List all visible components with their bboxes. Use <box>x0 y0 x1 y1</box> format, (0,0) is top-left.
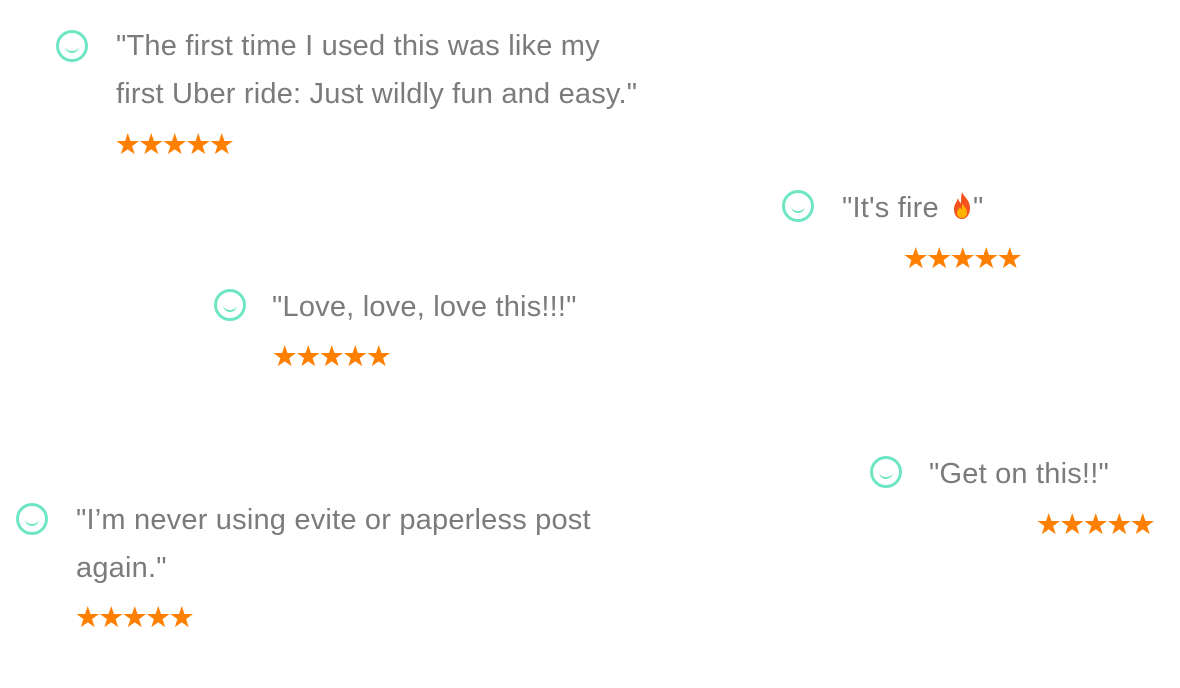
smiley-avatar-icon <box>782 190 814 222</box>
review-quote: "Get on this!!" <box>929 450 1109 498</box>
star-icon <box>116 133 140 155</box>
star-icon <box>343 345 367 367</box>
star-icon <box>1084 513 1108 535</box>
review-quote-line: "The first time I used this was like my <box>116 30 600 62</box>
review-quote-line: again." <box>76 552 167 584</box>
smiley-avatar-icon <box>16 503 48 535</box>
star-icon <box>170 606 194 628</box>
review-quote: "The first time I used this was like my … <box>116 22 637 118</box>
star-icon <box>1037 513 1061 535</box>
star-icon <box>146 606 170 628</box>
star-icon <box>1107 513 1131 535</box>
star-icon <box>951 247 975 269</box>
star-icon <box>273 345 297 367</box>
review-quote-line: first Uber ride: Just wildly fun and eas… <box>116 78 638 110</box>
review-quote-line: "Get on this!!" <box>929 458 1109 490</box>
star-icon <box>904 247 928 269</box>
star-icon <box>76 606 100 628</box>
smiley-avatar-icon <box>870 456 902 488</box>
review-quote-text: "It's fire <box>842 192 948 224</box>
star-icon <box>974 247 998 269</box>
star-icon <box>367 345 391 367</box>
star-rating <box>76 606 194 632</box>
review-quote-text: " <box>973 192 984 224</box>
star-rating <box>273 345 391 371</box>
star-icon <box>320 345 344 367</box>
review-quote: "It's fire " <box>842 184 984 232</box>
star-icon <box>296 345 320 367</box>
smiley-avatar-icon <box>214 289 246 321</box>
star-icon <box>1131 513 1155 535</box>
star-icon <box>927 247 951 269</box>
star-rating <box>904 247 1022 273</box>
review-quote: "Love, love, love this!!!" <box>272 283 577 331</box>
star-icon <box>139 133 163 155</box>
star-rating <box>1037 513 1155 539</box>
star-icon <box>123 606 147 628</box>
fire-icon <box>954 192 971 219</box>
review-quote: "I’m never using evite or paperless post… <box>76 496 591 592</box>
star-icon <box>1060 513 1084 535</box>
star-icon <box>163 133 187 155</box>
star-icon <box>998 247 1022 269</box>
review-quote-line: "Love, love, love this!!!" <box>272 291 577 323</box>
star-icon <box>186 133 210 155</box>
smiley-avatar-icon <box>56 30 88 62</box>
star-rating <box>116 133 234 159</box>
review-quote-line: "I’m never using evite or paperless post <box>76 504 591 536</box>
star-icon <box>210 133 234 155</box>
star-icon <box>99 606 123 628</box>
